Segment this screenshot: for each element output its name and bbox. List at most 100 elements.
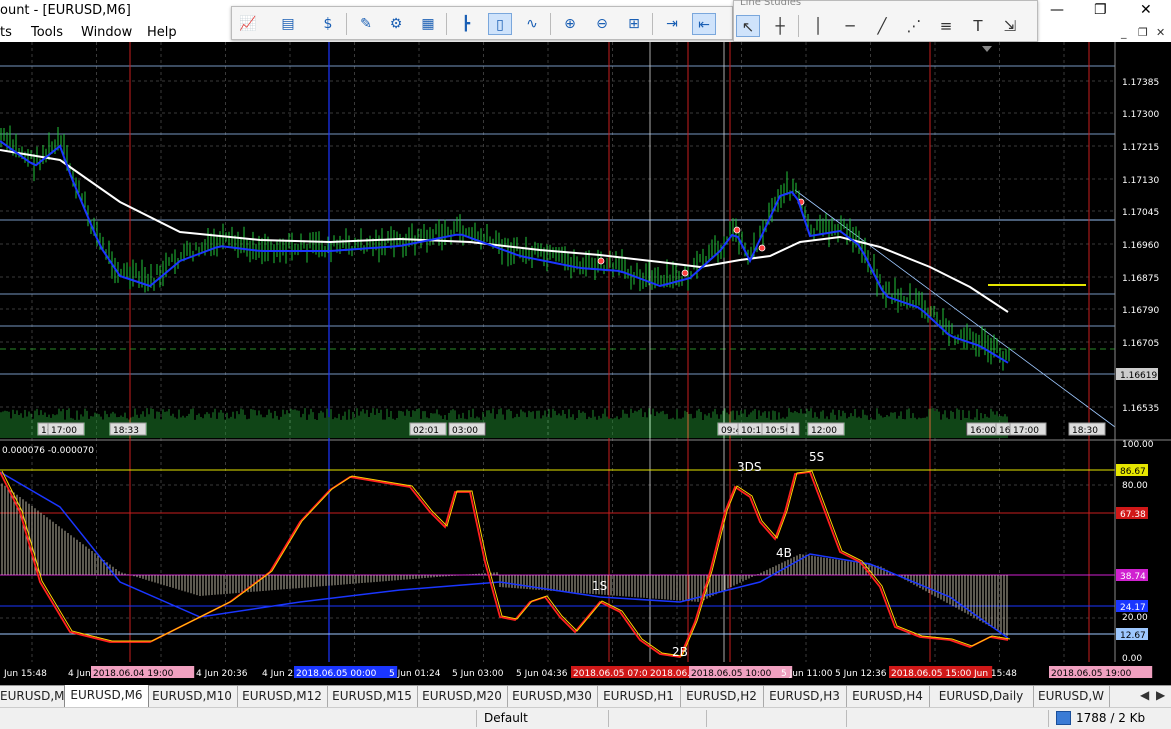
osc-axis-label: 0.00 — [1122, 654, 1142, 664]
fibonacci-retracement-icon[interactable]: ≡ — [934, 15, 958, 37]
chart-tab[interactable]: EURUSD,M20 — [417, 686, 508, 707]
current-price-label: 1.16619 — [1120, 371, 1157, 381]
chart-tab[interactable]: EURUSD,H3 — [763, 686, 847, 707]
time-label-top: 10:1 — [741, 426, 761, 436]
chart-tab[interactable]: EURUSD,M12 — [237, 686, 328, 707]
time-axis-label: 2018.06.05 15:00 — [891, 669, 972, 679]
time-label-top: 02:01 — [413, 426, 439, 436]
chart-tab[interactable]: EURUSD,H2 — [680, 686, 764, 707]
chart-tab[interactable]: EURUSD,M6 — [64, 685, 149, 709]
time-axis-label: 5 Jun 03:00 — [452, 669, 504, 679]
time-axis-label: 2018.06.05 10:00 — [691, 669, 772, 679]
osc-annotation: 4B — [776, 546, 792, 560]
menu-item-window[interactable]: Window — [81, 25, 132, 40]
time-axis-label: 5 Jun 01:24 — [389, 669, 441, 679]
zoom-in-icon[interactable]: ⊕ — [558, 13, 582, 35]
chart-tab[interactable]: EURUSD,H4 — [846, 686, 930, 707]
osc-level-value: 38.74 — [1120, 572, 1146, 582]
arrows-dropdown-icon[interactable]: ⇲ — [998, 15, 1022, 37]
chart-tab[interactable]: EURUSD,M5 — [0, 686, 72, 707]
auto-scroll-icon[interactable]: ⇥ — [660, 13, 684, 35]
close-button[interactable]: ✕ — [1140, 2, 1152, 18]
time-label-top: 12:00 — [811, 426, 837, 436]
trendline-icon[interactable]: ╱ — [870, 15, 894, 37]
fibonacci-fan-icon[interactable]: ⋰ — [902, 15, 926, 37]
tabs-scroll-left-icon[interactable]: ◀ — [1140, 688, 1149, 702]
time-axis-label: 5 Jun 12:36 — [835, 669, 887, 679]
price-tick-label: 1.16790 — [1122, 306, 1159, 316]
menu-item-help[interactable]: Help — [147, 25, 177, 40]
chart-area[interactable]: 0.000076 -0.000070 100.00 80.00 20.00 0.00 86… — [0, 42, 1171, 685]
time-axis-label: 2018.06.05 07:00 — [573, 669, 654, 679]
mdi-minimize-button[interactable]: _ — [1121, 26, 1127, 39]
price-tick-label: 1.16705 — [1122, 339, 1159, 349]
time-label-top: 18:30 — [1072, 426, 1098, 436]
signal-marker — [681, 269, 689, 277]
chart-tab[interactable]: EURUSD,Daily — [929, 686, 1034, 707]
time-label-top: 16 — [999, 426, 1011, 436]
vertical-line-icon[interactable]: │ — [806, 15, 830, 37]
new-chart-icon[interactable]: 📈 — [236, 13, 260, 35]
price-tick-label: 1.16535 — [1122, 404, 1159, 414]
mdi-close-button[interactable]: ✕ — [1156, 26, 1165, 39]
price-tick-label: 1.17215 — [1122, 143, 1159, 153]
osc-annotation: 2B — [672, 645, 688, 659]
price-tick-label: 1.17045 — [1122, 208, 1159, 218]
connection-icon — [1056, 711, 1071, 725]
horizontal-line-icon[interactable]: ─ — [838, 15, 862, 37]
terminal-icon[interactable]: ▦ — [416, 13, 440, 35]
chart-tab[interactable]: EURUSD,H1 — [597, 686, 681, 707]
osc-annotation: 5S — [809, 450, 824, 464]
time-axis-label: Jun 15:48 — [973, 669, 1017, 679]
cursor-icon[interactable]: ↖ — [736, 15, 760, 37]
tabs-scroll-right-icon[interactable]: ▶ — [1156, 688, 1165, 702]
chart-tab[interactable]: EURUSD,M30 — [507, 686, 598, 707]
time-axis-label: 2018.06.04 19:00 — [93, 669, 174, 679]
time-label-top: 1 — [790, 426, 796, 436]
crosshair-icon[interactable]: ┼ — [768, 15, 792, 37]
time-label-top: 16:00 — [970, 426, 996, 436]
time-axis-label: 4 Jun 22 — [262, 669, 299, 679]
bar-chart-icon[interactable]: ┣ — [454, 13, 478, 35]
time-axis-label: 4 Jun — [68, 669, 91, 679]
osc-level-value: 24.17 — [1120, 603, 1146, 613]
time-axis-label: Jun 15:48 — [3, 669, 47, 679]
menu-item-ts[interactable]: ts — [0, 25, 12, 40]
status-profile: Default — [484, 711, 528, 725]
chart-tab[interactable]: EURUSD,M15 — [327, 686, 418, 707]
line-chart-icon[interactable]: ∿ — [520, 13, 544, 35]
status-bar: Default 1788 / 2 Kb — [0, 707, 1171, 729]
data-window-icon[interactable]: ✎ — [354, 13, 378, 35]
chart-tab[interactable]: EURUSD,M10 — [147, 686, 238, 707]
price-tick-label: 1.16960 — [1122, 241, 1159, 251]
maximize-button[interactable]: ❐ — [1094, 2, 1107, 18]
status-traffic: 1788 / 2 Kb — [1076, 711, 1146, 725]
osc-axis-label: 100.00 — [1122, 440, 1154, 450]
time-axis-label: 4 Jun 20:36 — [196, 669, 248, 679]
market-watch-icon[interactable]: $ — [316, 13, 340, 35]
menu-item-tools[interactable]: Tools — [31, 25, 63, 40]
time-label-top: 17:00 — [1013, 426, 1039, 436]
tile-windows-icon[interactable]: ⊞ — [622, 13, 646, 35]
time-label-top: 17:00 — [51, 426, 77, 436]
time-axis-label: 5 Jun 04:36 — [516, 669, 568, 679]
chart-shift-icon[interactable]: ⇤ — [692, 13, 716, 35]
osc-annotation: 1S — [592, 579, 607, 593]
osc-level-value: 67.38 — [1120, 510, 1146, 520]
chart-tab[interactable]: EURUSD,W — [1033, 686, 1110, 707]
osc-axis-label: 80.00 — [1122, 481, 1148, 491]
mdi-restore-button[interactable]: ❐ — [1138, 26, 1148, 39]
osc-level-value: 86.67 — [1120, 467, 1146, 477]
text-icon[interactable]: T — [966, 15, 990, 37]
minimize-button[interactable]: — — [1050, 2, 1064, 18]
profiles-icon[interactable]: ▤ — [276, 13, 300, 35]
signal-marker — [597, 257, 605, 265]
price-tick-label: 1.17300 — [1122, 110, 1159, 120]
candle-chart-icon[interactable]: ▯ — [488, 13, 512, 35]
price-tick-label: 1.17385 — [1122, 78, 1159, 88]
navigator-icon[interactable]: ⚙ — [384, 13, 408, 35]
osc-axis-label: 20.00 — [1122, 613, 1148, 623]
signal-marker — [758, 244, 766, 252]
zoom-out-icon[interactable]: ⊖ — [590, 13, 614, 35]
line-studies-title: Line Studies — [740, 0, 802, 8]
